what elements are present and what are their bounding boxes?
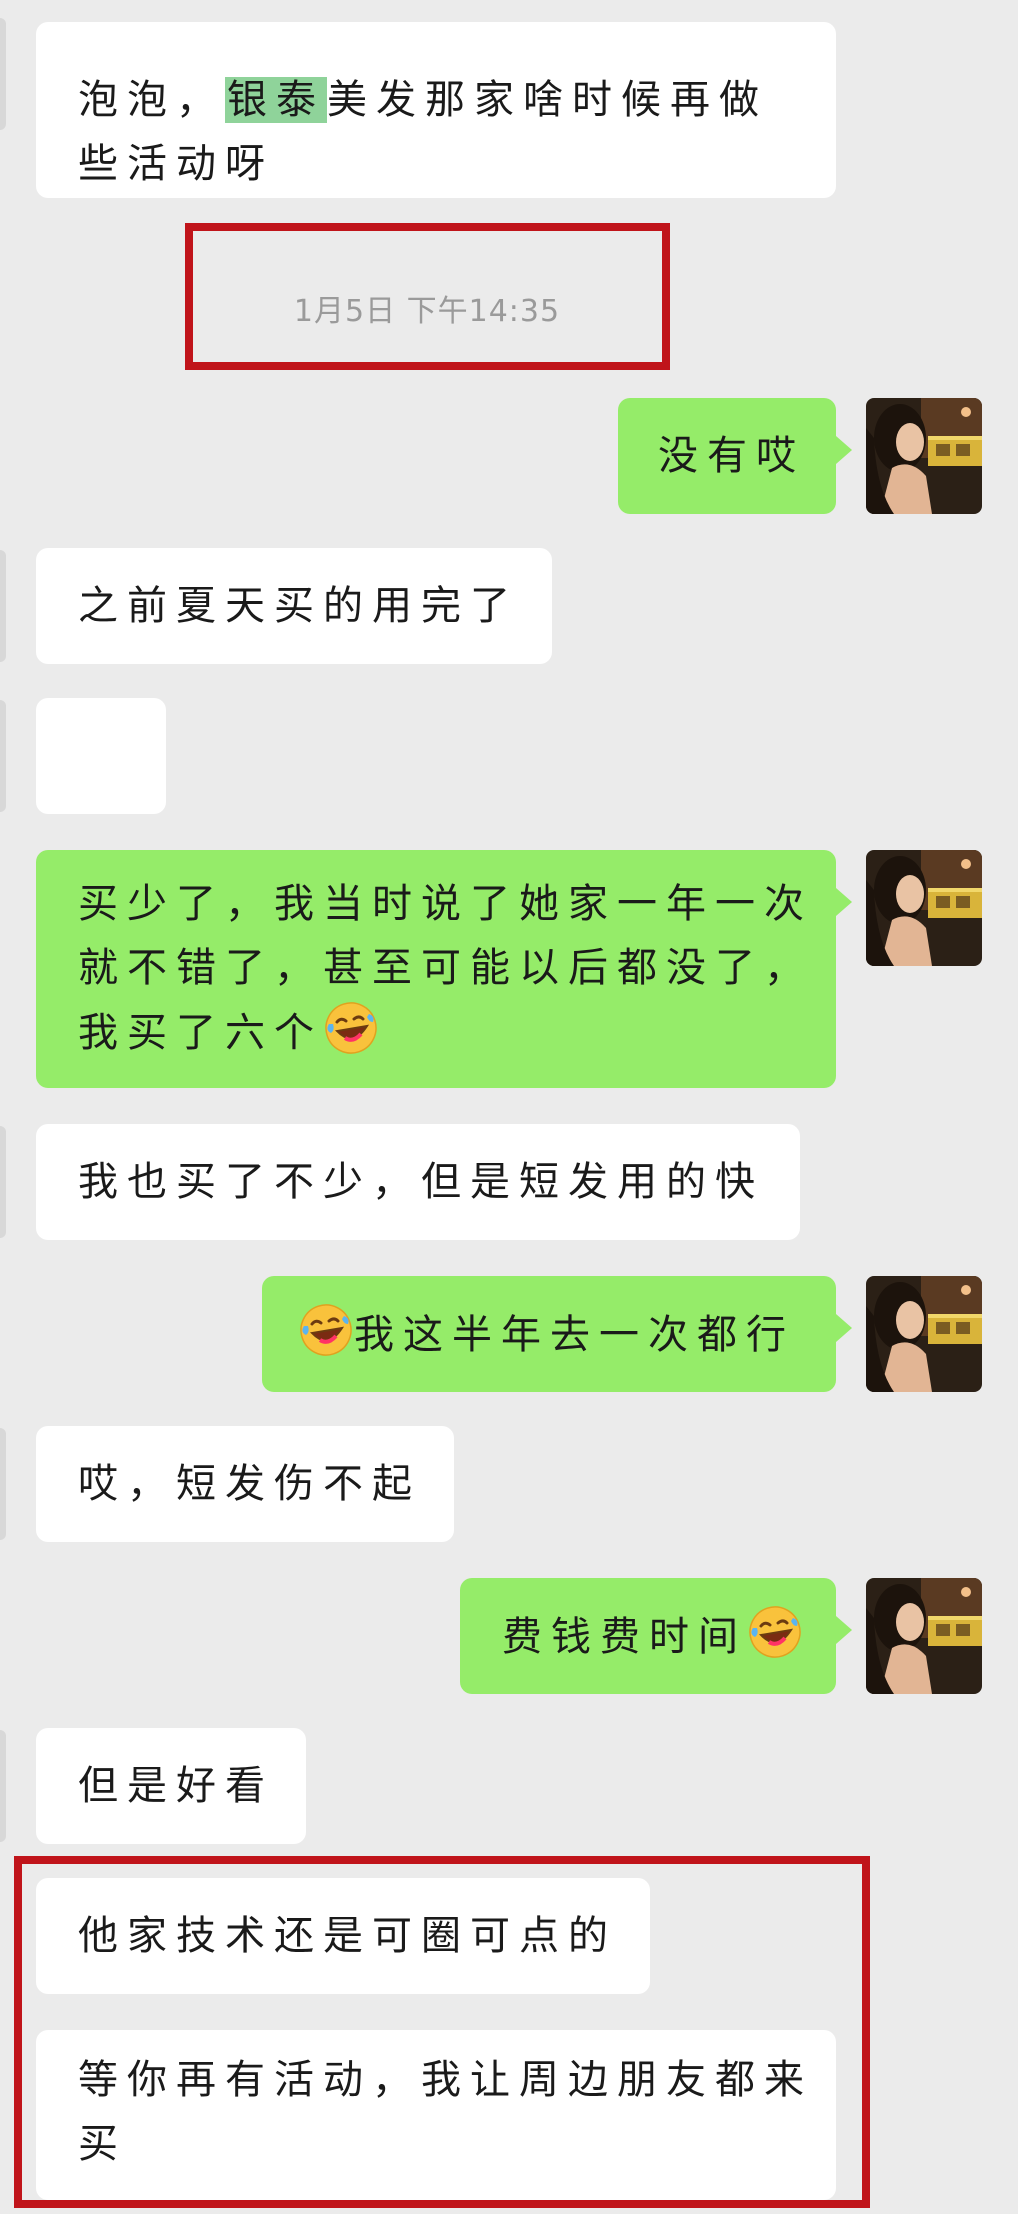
- message-bubble-incoming[interactable]: 之前夏天买的用完了: [36, 548, 552, 664]
- message-text: 哎，短发伤不起: [78, 1461, 421, 1507]
- left-edge-indicator: [0, 1428, 6, 1540]
- user-avatar[interactable]: [866, 1578, 982, 1694]
- message-text: 等你再有活动，我让周边朋友都来买: [78, 2057, 813, 2167]
- message-text: 没有哎: [658, 433, 805, 479]
- message-text: 泡泡，: [78, 77, 225, 123]
- message-bubble-incoming[interactable]: 泡泡，银泰美发那家啥时候再做些活动呀: [36, 22, 836, 198]
- highlighted-keyword: 银泰: [225, 77, 327, 123]
- message-bubble-incoming[interactable]: 但是好看: [36, 1728, 306, 1844]
- left-edge-indicator: [0, 550, 6, 662]
- message-bubble-outgoing[interactable]: 买少了，我当时说了她家一年一次就不错了，甚至可能以后都没了，我买了六个: [36, 850, 852, 1088]
- user-avatar[interactable]: [866, 1276, 982, 1392]
- message-text: 他家技术还是可圈可点的: [78, 1913, 617, 1959]
- message-timestamp: 1月5日 下午14:35: [293, 294, 561, 329]
- message-bubble-incoming[interactable]: 他家技术还是可圈可点的: [36, 1878, 650, 1994]
- message-bubble-outgoing[interactable]: 我这半年去一次都行: [262, 1276, 852, 1392]
- message-text: 买少了，我当时说了她家一年一次就不错了，甚至可能以后都没了，我买了六个: [78, 881, 813, 1056]
- message-text: 我也买了不少，但是短发用的快: [78, 1159, 764, 1205]
- message-bubble-incoming[interactable]: 我也买了不少，但是短发用的快: [36, 1124, 800, 1240]
- left-edge-indicator: [0, 700, 6, 812]
- left-edge-indicator: [0, 18, 6, 130]
- laughing-crying-face-emoji: [298, 1302, 354, 1358]
- message-bubble-incoming[interactable]: [36, 698, 166, 814]
- message-text: 我这半年去一次都行: [354, 1312, 795, 1358]
- user-avatar[interactable]: [866, 850, 982, 966]
- message-bubble-outgoing[interactable]: 没有哎: [618, 398, 852, 514]
- message-bubble-outgoing[interactable]: 费钱费时间: [460, 1578, 852, 1694]
- message-bubble-incoming[interactable]: 等你再有活动，我让周边朋友都来买: [36, 2030, 836, 2200]
- left-edge-indicator: [0, 1730, 6, 1842]
- message-bubble-incoming[interactable]: 哎，短发伤不起: [36, 1426, 454, 1542]
- message-text: 但是好看: [78, 1763, 274, 1809]
- laughing-crying-face-emoji: [747, 1604, 803, 1660]
- user-avatar[interactable]: [866, 398, 982, 514]
- laughing-crying-face-emoji: [323, 1000, 379, 1056]
- left-edge-indicator: [0, 1126, 6, 1238]
- message-text: 费钱费时间: [502, 1614, 747, 1660]
- message-text: 之前夏天买的用完了: [78, 583, 519, 629]
